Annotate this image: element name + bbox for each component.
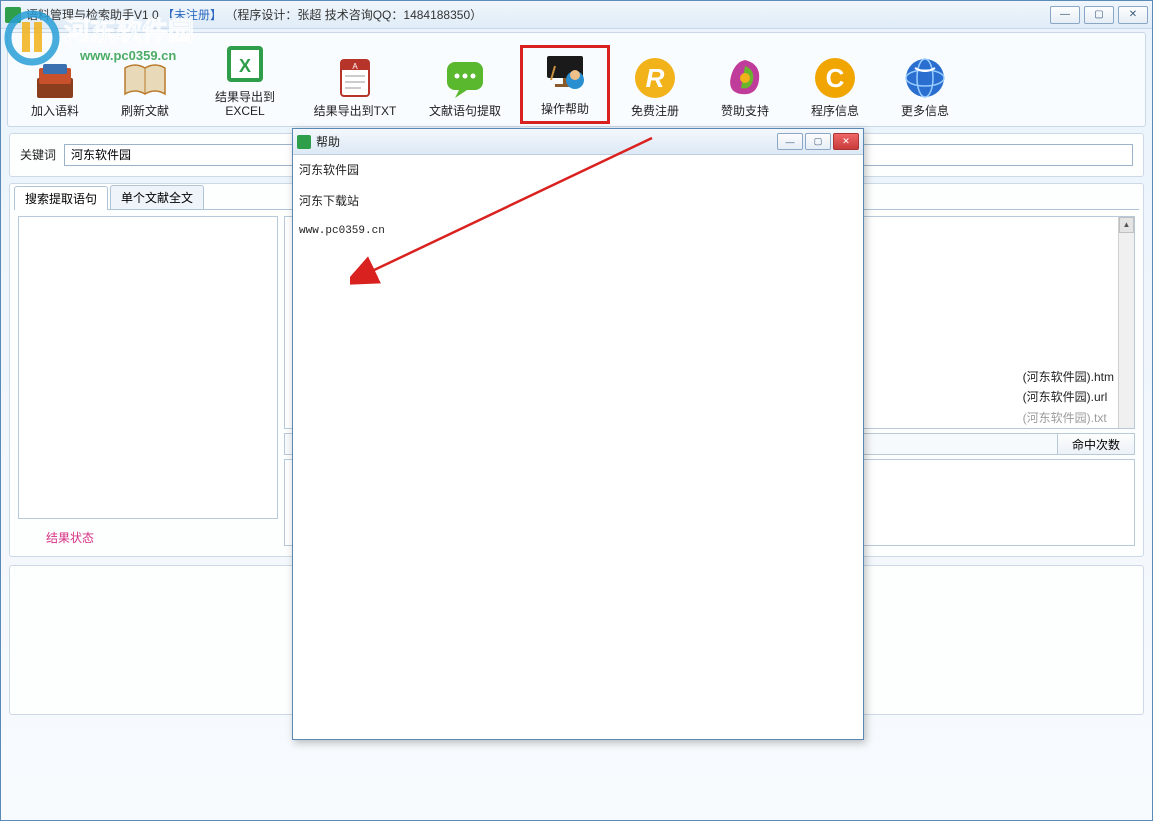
toolbar: 加入语料 刷新文献 X 结果导出到 EXCEL A 结果导出到TXT [10, 35, 1143, 124]
file-lines: (河东软件园).htm (河东软件园).url (河东软件园).txt [1023, 367, 1114, 428]
toolbar-label: 刷新文献 [121, 104, 169, 118]
maximize-button[interactable]: ▢ [1084, 6, 1114, 24]
hit-count-label: 命中次数 [1057, 434, 1134, 454]
help-minimize-button[interactable]: — [777, 133, 803, 150]
svg-text:A: A [352, 62, 358, 71]
status-label: 结果状态 [46, 529, 278, 546]
title-unreg: 【未注册】 [162, 8, 222, 22]
help-app-icon [297, 135, 311, 149]
help-teacher-icon [541, 52, 589, 100]
toolbar-label: 程序信息 [811, 104, 859, 118]
help-line: 河东软件园 [299, 159, 857, 182]
help-url: www.pc0359.cn [299, 221, 857, 242]
close-button[interactable]: ✕ [1118, 6, 1148, 24]
help-title: 帮助 [316, 133, 777, 150]
help-titlebar[interactable]: 帮助 — ▢ ✕ [293, 129, 863, 155]
file-line: (河东软件园).url [1023, 387, 1114, 407]
main-titlebar: 语料管理与检索助手V1.0 【未注册】 （程序设计：张超 技术咨询QQ：1484… [1, 1, 1152, 29]
books-icon [31, 54, 79, 102]
svg-text:X: X [239, 56, 251, 76]
svg-text:C: C [826, 63, 845, 93]
register-r-icon: R [631, 54, 679, 102]
left-column: 结果状态 [18, 216, 278, 546]
toolbar-label: 文献语句提取 [429, 104, 501, 118]
toolbar-label: 加入语料 [31, 104, 79, 118]
copyright-c-icon: C [811, 54, 859, 102]
help-close-button[interactable]: ✕ [833, 133, 859, 150]
scrollbar[interactable]: ▲ [1118, 217, 1134, 428]
minimize-button[interactable]: — [1050, 6, 1080, 24]
help-line: 河东下载站 [299, 190, 857, 213]
file-line: (河东软件园).htm [1023, 367, 1114, 387]
toolbar-export-txt[interactable]: A 结果导出到TXT [300, 49, 410, 123]
donate-swirl-icon [721, 54, 769, 102]
toolbar-refresh-docs[interactable]: 刷新文献 [100, 49, 190, 123]
window-controls: — ▢ ✕ [1050, 6, 1148, 24]
toolbar-more-info[interactable]: 更多信息 [880, 49, 970, 123]
window-title: 语料管理与检索助手V1.0 【未注册】 （程序设计：张超 技术咨询QQ：1484… [26, 6, 1050, 23]
title-suffix: （程序设计：张超 技术咨询QQ：1484188350） [225, 8, 482, 22]
help-window-controls: — ▢ ✕ [777, 133, 859, 150]
help-maximize-button[interactable]: ▢ [805, 133, 831, 150]
toolbar-label: 赞助支持 [721, 104, 769, 118]
help-body[interactable]: 河东软件园 河东下载站 www.pc0359.cn [293, 155, 863, 739]
toolbar-free-register[interactable]: R 免费注册 [610, 49, 700, 123]
app-icon [5, 7, 21, 23]
toolbar-export-excel[interactable]: X 结果导出到 EXCEL [190, 35, 300, 124]
globe-icon [901, 54, 949, 102]
txt-icon: A [331, 54, 379, 102]
result-list[interactable] [18, 216, 278, 519]
chat-bubble-icon [441, 54, 489, 102]
tab-search-extract[interactable]: 搜索提取语句 [14, 186, 108, 210]
keyword-label: 关键词 [20, 146, 56, 163]
toolbar-label: 操作帮助 [541, 102, 589, 116]
toolbar-program-info[interactable]: C 程序信息 [790, 49, 880, 123]
toolbar-donate[interactable]: 赞助支持 [700, 49, 790, 123]
toolbar-add-corpus[interactable]: 加入语料 [10, 49, 100, 123]
title-prefix: 语料管理与检索助手V1.0 [26, 8, 159, 22]
file-line: (河东软件园).txt [1023, 408, 1114, 428]
help-dialog: 帮助 — ▢ ✕ 河东软件园 河东下载站 www.pc0359.cn [292, 128, 864, 740]
toolbar-label: 结果导出到 EXCEL [215, 90, 275, 119]
excel-icon: X [221, 40, 269, 88]
toolbar-container: 加入语料 刷新文献 X 结果导出到 EXCEL A 结果导出到TXT [7, 32, 1146, 127]
toolbar-label: 结果导出到TXT [314, 104, 397, 118]
toolbar-label: 免费注册 [631, 104, 679, 118]
toolbar-extract-sentences[interactable]: 文献语句提取 [410, 49, 520, 123]
scroll-up-icon[interactable]: ▲ [1119, 217, 1134, 233]
svg-text:R: R [646, 63, 665, 93]
tab-single-doc[interactable]: 单个文献全文 [110, 185, 204, 209]
toolbar-label: 更多信息 [901, 104, 949, 118]
open-book-icon [121, 54, 169, 102]
toolbar-help[interactable]: 操作帮助 [520, 45, 610, 123]
